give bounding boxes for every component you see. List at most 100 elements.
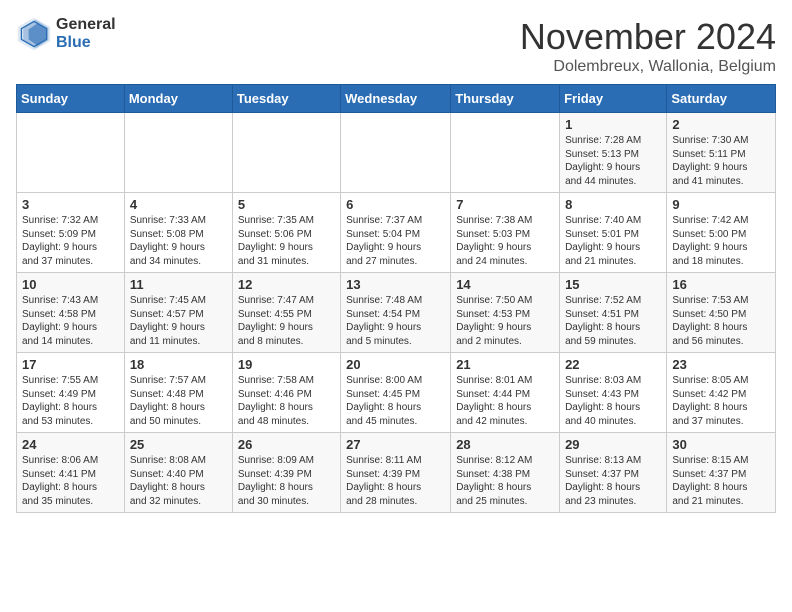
calendar-table: SundayMondayTuesdayWednesdayThursdayFrid… [16, 84, 776, 513]
weekday-header-tuesday: Tuesday [232, 85, 340, 113]
day-info: Sunrise: 7:52 AM Sunset: 4:51 PM Dayligh… [565, 294, 661, 348]
day-number: 25 [130, 437, 227, 452]
day-number: 12 [238, 277, 335, 292]
day-info: Sunrise: 7:57 AM Sunset: 4:48 PM Dayligh… [130, 374, 227, 428]
calendar-cell: 4 Sunrise: 7:33 AM Sunset: 5:08 PM Daylig… [124, 193, 232, 273]
calendar-cell: 27Sunrise: 8:11 AM Sunset: 4:39 PM Dayli… [341, 433, 451, 513]
logo-blue-text: Blue [56, 34, 116, 52]
logo-icon [16, 16, 52, 52]
day-number: 11 [130, 277, 227, 292]
day-number: 29 [565, 437, 661, 452]
calendar-cell: 25Sunrise: 8:08 AM Sunset: 4:40 PM Dayli… [124, 433, 232, 513]
calendar-cell: 18 Sunrise: 7:57 AM Sunset: 4:48 PM Dayli… [124, 353, 232, 433]
day-number: 23 [672, 357, 770, 372]
calendar-cell: 8Sunrise: 7:40 AM Sunset: 5:01 PM Daylig… [560, 193, 667, 273]
day-number: 18 [130, 357, 227, 372]
day-info: Sunrise: 8:00 AM Sunset: 4:45 PM Dayligh… [346, 374, 445, 428]
day-info: Sunrise: 7:58 AM Sunset: 4:46 PM Dayligh… [238, 374, 335, 428]
day-number: 28 [456, 437, 554, 452]
title-block: November 2024 Dolembreux, Wallonia, Belg… [520, 16, 776, 76]
calendar-cell [341, 113, 451, 193]
calendar-cell: 14 Sunrise: 7:50 AM Sunset: 4:53 PM Dayli… [451, 273, 560, 353]
calendar-cell: 9Sunrise: 7:42 AM Sunset: 5:00 PM Daylig… [667, 193, 776, 273]
weekday-header-sunday: Sunday [17, 85, 125, 113]
calendar-cell: 21Sunrise: 8:01 AM Sunset: 4:44 PM Dayli… [451, 353, 560, 433]
calendar-cell [232, 113, 340, 193]
day-info: Sunrise: 7:42 AM Sunset: 5:00 PM Dayligh… [672, 214, 770, 268]
weekday-header-saturday: Saturday [667, 85, 776, 113]
calendar-cell: 5 Sunrise: 7:35 AM Sunset: 5:06 PM Daylig… [232, 193, 340, 273]
day-number: 21 [456, 357, 554, 372]
weekday-header-wednesday: Wednesday [341, 85, 451, 113]
calendar-week-row: 3 Sunrise: 7:32 AM Sunset: 5:09 PM Daylig… [17, 193, 776, 273]
calendar-week-row: 24Sunrise: 8:06 AM Sunset: 4:41 PM Dayli… [17, 433, 776, 513]
calendar-cell: 10Sunrise: 7:43 AM Sunset: 4:58 PM Dayli… [17, 273, 125, 353]
day-info: Sunrise: 8:13 AM Sunset: 4:37 PM Dayligh… [565, 454, 661, 508]
day-info: Sunrise: 7:37 AM Sunset: 5:04 PM Dayligh… [346, 214, 445, 268]
calendar-week-row: 10Sunrise: 7:43 AM Sunset: 4:58 PM Dayli… [17, 273, 776, 353]
calendar-cell: 12 Sunrise: 7:47 AM Sunset: 4:55 PM Dayli… [232, 273, 340, 353]
logo-text: General Blue [56, 16, 116, 51]
calendar-cell: 7 Sunrise: 7:38 AM Sunset: 5:03 PM Daylig… [451, 193, 560, 273]
weekday-header-thursday: Thursday [451, 85, 560, 113]
day-info: Sunrise: 7:32 AM Sunset: 5:09 PM Dayligh… [22, 214, 119, 268]
day-info: Sunrise: 8:03 AM Sunset: 4:43 PM Dayligh… [565, 374, 661, 428]
day-info: Sunrise: 8:09 AM Sunset: 4:39 PM Dayligh… [238, 454, 335, 508]
day-number: 6 [346, 197, 445, 212]
calendar-week-row: 1 Sunrise: 7:28 AM Sunset: 5:13 PM Daylig… [17, 113, 776, 193]
calendar-cell: 15 Sunrise: 7:52 AM Sunset: 4:51 PM Dayli… [560, 273, 667, 353]
calendar-week-row: 17 Sunrise: 7:55 AM Sunset: 4:49 PM Dayli… [17, 353, 776, 433]
day-number: 19 [238, 357, 335, 372]
day-number: 4 [130, 197, 227, 212]
weekday-header-friday: Friday [560, 85, 667, 113]
day-info: Sunrise: 7:35 AM Sunset: 5:06 PM Dayligh… [238, 214, 335, 268]
day-info: Sunrise: 7:50 AM Sunset: 4:53 PM Dayligh… [456, 294, 554, 348]
day-number: 3 [22, 197, 119, 212]
day-info: Sunrise: 8:15 AM Sunset: 4:37 PM Dayligh… [672, 454, 770, 508]
calendar-cell: 26 Sunrise: 8:09 AM Sunset: 4:39 PM Dayli… [232, 433, 340, 513]
weekday-header-monday: Monday [124, 85, 232, 113]
day-number: 13 [346, 277, 445, 292]
day-info: Sunrise: 7:38 AM Sunset: 5:03 PM Dayligh… [456, 214, 554, 268]
calendar-cell: 24Sunrise: 8:06 AM Sunset: 4:41 PM Dayli… [17, 433, 125, 513]
day-number: 2 [672, 117, 770, 132]
calendar-cell: 20 Sunrise: 8:00 AM Sunset: 4:45 PM Dayli… [341, 353, 451, 433]
day-number: 15 [565, 277, 661, 292]
calendar-cell: 17 Sunrise: 7:55 AM Sunset: 4:49 PM Dayli… [17, 353, 125, 433]
day-number: 7 [456, 197, 554, 212]
calendar-cell: 23 Sunrise: 8:05 AM Sunset: 4:42 PM Dayli… [667, 353, 776, 433]
day-number: 30 [672, 437, 770, 452]
day-info: Sunrise: 7:47 AM Sunset: 4:55 PM Dayligh… [238, 294, 335, 348]
day-info: Sunrise: 8:05 AM Sunset: 4:42 PM Dayligh… [672, 374, 770, 428]
day-number: 1 [565, 117, 661, 132]
day-info: Sunrise: 7:30 AM Sunset: 5:11 PM Dayligh… [672, 134, 770, 188]
calendar-cell [124, 113, 232, 193]
day-number: 17 [22, 357, 119, 372]
day-info: Sunrise: 8:06 AM Sunset: 4:41 PM Dayligh… [22, 454, 119, 508]
calendar-cell [451, 113, 560, 193]
calendar-cell [17, 113, 125, 193]
calendar-cell: 11Sunrise: 7:45 AM Sunset: 4:57 PM Dayli… [124, 273, 232, 353]
day-info: Sunrise: 7:28 AM Sunset: 5:13 PM Dayligh… [565, 134, 661, 188]
calendar-cell: 29 Sunrise: 8:13 AM Sunset: 4:37 PM Dayli… [560, 433, 667, 513]
day-number: 26 [238, 437, 335, 452]
calendar-cell: 28Sunrise: 8:12 AM Sunset: 4:38 PM Dayli… [451, 433, 560, 513]
calendar-cell: 1 Sunrise: 7:28 AM Sunset: 5:13 PM Daylig… [560, 113, 667, 193]
day-info: Sunrise: 7:40 AM Sunset: 5:01 PM Dayligh… [565, 214, 661, 268]
day-info: Sunrise: 8:11 AM Sunset: 4:39 PM Dayligh… [346, 454, 445, 508]
day-number: 14 [456, 277, 554, 292]
logo-general-text: General [56, 16, 116, 34]
calendar-cell: 13 Sunrise: 7:48 AM Sunset: 4:54 PM Dayli… [341, 273, 451, 353]
day-info: Sunrise: 7:43 AM Sunset: 4:58 PM Dayligh… [22, 294, 119, 348]
day-number: 16 [672, 277, 770, 292]
day-number: 22 [565, 357, 661, 372]
day-number: 20 [346, 357, 445, 372]
location: Dolembreux, Wallonia, Belgium [520, 58, 776, 76]
day-info: Sunrise: 7:48 AM Sunset: 4:54 PM Dayligh… [346, 294, 445, 348]
day-info: Sunrise: 7:55 AM Sunset: 4:49 PM Dayligh… [22, 374, 119, 428]
calendar-cell: 30 Sunrise: 8:15 AM Sunset: 4:37 PM Dayli… [667, 433, 776, 513]
month-title: November 2024 [520, 16, 776, 58]
day-info: Sunrise: 7:33 AM Sunset: 5:08 PM Dayligh… [130, 214, 227, 268]
calendar-cell: 6 Sunrise: 7:37 AM Sunset: 5:04 PM Daylig… [341, 193, 451, 273]
day-number: 5 [238, 197, 335, 212]
